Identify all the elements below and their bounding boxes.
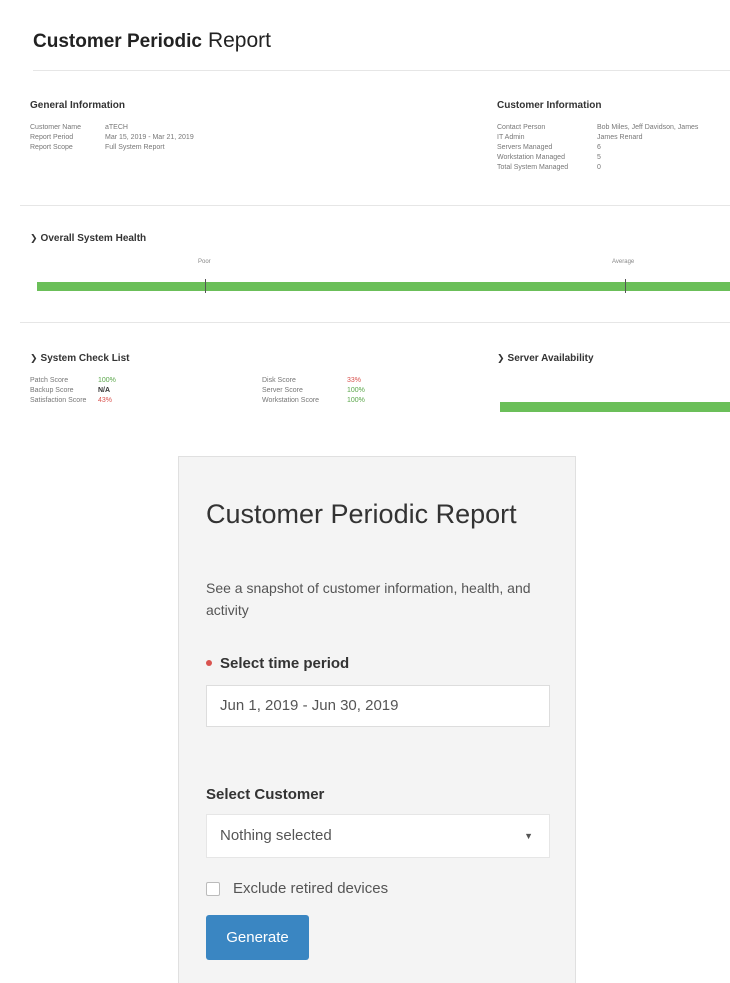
info-key: Contact Person	[497, 124, 546, 131]
time-period-label: Select time period	[206, 655, 349, 672]
chevron-down-icon: ❯	[30, 353, 38, 363]
report-dialog-card: Customer Periodic Report See a snapshot …	[178, 456, 576, 983]
info-key: Report Period	[30, 134, 74, 141]
availability-bar	[500, 402, 730, 412]
exclude-retired-checkbox[interactable]	[206, 881, 220, 896]
time-period-input[interactable]: Jun 1, 2019 - Jun 30, 2019	[206, 685, 550, 727]
health-divider	[20, 322, 730, 323]
info-key: Report Scope	[30, 144, 73, 151]
score-value: 100%	[347, 397, 365, 404]
score-row: Backup Score N/A	[30, 386, 116, 396]
availability-heading-label: Server Availability	[507, 353, 594, 364]
score-value: 100%	[347, 387, 365, 394]
score-value: 33%	[347, 377, 362, 384]
card-title: Customer Periodic Report	[206, 499, 517, 529]
required-indicator-icon	[206, 660, 212, 667]
customer-select[interactable]: Nothing selected ▼	[206, 814, 550, 858]
exclude-retired-label: Exclude retired devices	[233, 880, 389, 897]
checklist-col-1: Patch Score 100% Backup Score N/A Satisfac…	[30, 376, 116, 406]
info-value: 5	[597, 154, 601, 161]
health-bar	[37, 282, 730, 291]
score-key: Disk Score	[262, 377, 296, 384]
info-key: Total System Managed	[497, 164, 569, 171]
info-value: Bob Miles, Jeff Davidson, James	[597, 124, 699, 131]
health-marker-average: Average	[612, 259, 635, 265]
health-tick-average	[625, 279, 626, 293]
score-row: Disk Score 33%	[262, 376, 365, 386]
info-value: aTECH	[105, 124, 128, 131]
score-key: Patch Score	[30, 377, 69, 384]
score-row: Satisfaction Score 43%	[30, 396, 116, 406]
customer-info-row: Servers Managed 6	[497, 143, 698, 153]
generate-button[interactable]: Generate	[206, 915, 309, 960]
score-key: Satisfaction Score	[30, 397, 87, 404]
checklist-heading-label: System Check List	[40, 353, 130, 364]
info-key: Workstation Managed	[497, 154, 565, 161]
info-key: Customer Name	[30, 124, 81, 131]
checklist-heading[interactable]: ❯ System Check List	[30, 353, 129, 364]
health-heading-label: Overall System Health	[40, 233, 147, 244]
info-value: James Renard	[597, 134, 643, 141]
report-title-bold: Customer Periodic	[33, 31, 202, 52]
score-value: 43%	[98, 397, 113, 404]
score-row: Server Score 100%	[262, 386, 365, 396]
report-title: Customer Periodic Report	[33, 29, 271, 53]
general-info-table: Customer Name aTECH Report Period Mar 15, …	[30, 123, 194, 153]
info-key: Servers Managed	[497, 144, 553, 151]
time-period-label-text: Select time period	[220, 655, 350, 672]
info-value: 6	[597, 144, 601, 151]
general-info-row: Customer Name aTECH	[30, 123, 194, 133]
info-value: 0	[597, 164, 601, 171]
customer-select-value: Nothing selected	[220, 827, 332, 844]
health-marker-poor: Poor	[198, 259, 211, 265]
report-title-light: Report	[207, 29, 271, 52]
health-heading[interactable]: ❯ Overall System Health	[30, 233, 146, 244]
health-tick-poor	[205, 279, 206, 293]
general-info-row: Report Scope Full System Report	[30, 143, 194, 153]
general-info-row: Report Period Mar 15, 2019 - Mar 21, 2019	[30, 133, 194, 143]
customer-label: Select Customer	[206, 786, 325, 803]
customer-info-row: Contact Person Bob Miles, Jeff Davidson, …	[497, 123, 698, 133]
score-row: Patch Score 100%	[30, 376, 116, 386]
info-key: IT Admin	[497, 134, 525, 141]
caret-down-icon: ▼	[524, 831, 533, 841]
general-info-heading: General Information	[30, 100, 126, 111]
report-preview: Customer Periodic Report General Informat…	[0, 0, 730, 440]
score-key: Backup Score	[30, 387, 74, 394]
score-row: Workstation Score 100%	[262, 396, 365, 406]
score-value: N/A	[98, 387, 111, 394]
customer-info-row: Workstation Managed 5	[497, 153, 698, 163]
score-key: Server Score	[262, 387, 303, 394]
customer-info-table: Contact Person Bob Miles, Jeff Davidson, …	[497, 123, 698, 173]
customer-info-row: Total System Managed 0	[497, 163, 698, 173]
customer-info-row: IT Admin James Renard	[497, 133, 698, 143]
info-divider	[20, 205, 730, 206]
score-value: 100%	[98, 377, 116, 384]
chevron-down-icon: ❯	[497, 353, 505, 363]
title-divider	[33, 70, 730, 71]
exclude-retired-row[interactable]: Exclude retired devices	[206, 880, 388, 897]
customer-info-heading: Customer Information	[497, 100, 602, 111]
info-value: Full System Report	[105, 144, 165, 151]
info-value: Mar 15, 2019 - Mar 21, 2019	[105, 134, 194, 141]
availability-heading[interactable]: ❯ Server Availability	[497, 353, 594, 364]
score-key: Workstation Score	[262, 397, 320, 404]
card-description: See a snapshot of customer information, …	[206, 580, 531, 618]
checklist-col-2: Disk Score 33% Server Score 100% Workstati…	[262, 376, 365, 406]
chevron-down-icon: ❯	[30, 233, 38, 243]
